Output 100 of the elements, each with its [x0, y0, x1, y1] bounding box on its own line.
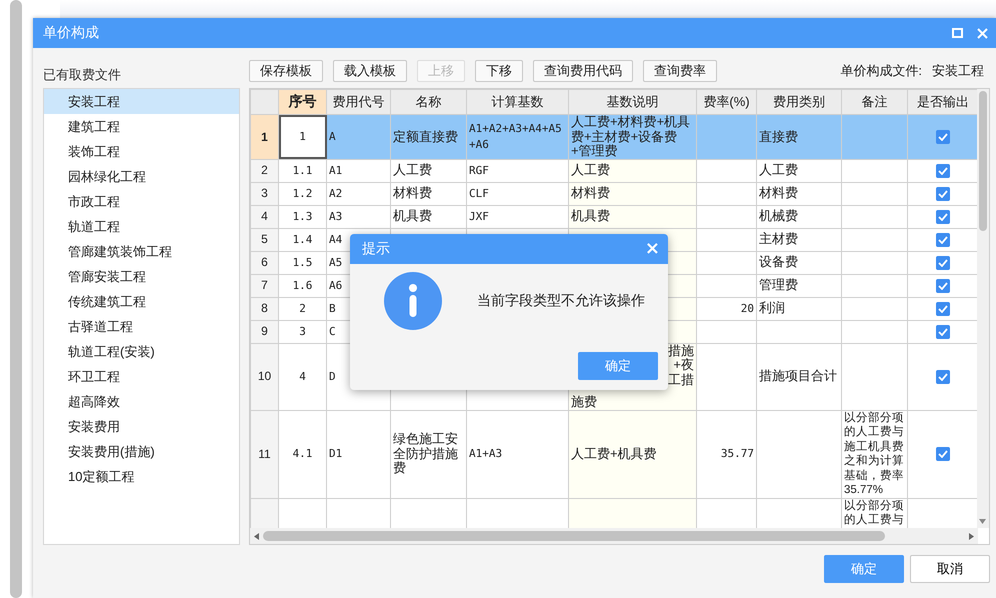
table-cell: A1+A3: [469, 447, 502, 460]
table-cell: 4: [299, 370, 306, 383]
table-cell: 1.2: [292, 186, 312, 200]
table-cell: RGF: [469, 164, 489, 177]
sidebar-item[interactable]: 环卫工程: [44, 364, 239, 389]
table-cell: 措施项目合计: [759, 368, 837, 384]
toolbar-button[interactable]: 查询费率: [643, 60, 717, 82]
table-cell: 直接费: [759, 128, 798, 144]
column-header[interactable]: 费用代号: [326, 90, 390, 114]
row-number: 7: [261, 278, 268, 292]
sidebar-item[interactable]: 建筑工程: [44, 114, 239, 139]
checkbox[interactable]: [936, 256, 950, 270]
table-cell: 机械费: [759, 208, 798, 224]
table-cell: 材料费: [393, 185, 432, 200]
table-cell: 管理费: [759, 277, 798, 292]
checkbox[interactable]: [936, 130, 950, 144]
vertical-scrollbar[interactable]: [977, 89, 989, 528]
toolbar-button[interactable]: 下移: [475, 60, 523, 82]
maximize-icon[interactable]: [952, 28, 963, 38]
table-cell: A: [329, 130, 336, 143]
table-cell: 20: [740, 302, 754, 315]
toolbar-button[interactable]: 查询费用代码: [533, 60, 633, 82]
table-cell: 利润: [759, 300, 785, 316]
sidebar-item[interactable]: 市政工程: [44, 189, 239, 214]
sidebar-item[interactable]: 管廊安装工程: [44, 264, 239, 289]
table-cell: 材料费: [571, 185, 610, 200]
sidebar-item[interactable]: 轨道工程(安装): [44, 339, 239, 364]
footer-button[interactable]: 取消: [910, 555, 990, 583]
column-header[interactable]: 名称: [390, 90, 466, 114]
checkbox[interactable]: [936, 278, 950, 293]
scroll-down-icon[interactable]: [979, 519, 986, 524]
checkbox[interactable]: [936, 324, 950, 339]
column-header[interactable]: 费用类别: [756, 90, 842, 114]
sidebar-item[interactable]: 10定额工程: [44, 464, 239, 489]
column-header[interactable]: 基数说明: [568, 90, 696, 114]
table-cell: 设备费: [759, 254, 798, 270]
file-label: 单价构成文件:: [840, 62, 922, 80]
column-header[interactable]: 是否输出: [908, 90, 978, 114]
sidebar-item[interactable]: 安装工程: [44, 89, 239, 114]
table-cell: A1+A2+A3+A4+A5+A6: [469, 122, 562, 151]
checkbox[interactable]: [936, 164, 950, 178]
table-cell: 1: [299, 130, 306, 143]
table-cell: 4.1: [292, 447, 312, 460]
table-cell: 人工费+材料费+机具费+主材费+设备费+管理费: [571, 114, 690, 158]
table-cell: 1.5: [292, 256, 312, 269]
row-number: 5: [261, 232, 268, 246]
sidebar-item[interactable]: 安装费用: [44, 414, 239, 439]
row-number: 1: [261, 130, 268, 144]
table-cell: 人工费: [759, 162, 798, 178]
table-cell: JXF: [469, 210, 489, 223]
table-cell: 绿色施工安全防护措施费: [393, 431, 458, 476]
sidebar-item[interactable]: 装饰工程: [44, 139, 239, 164]
column-header[interactable]: 费率(%): [696, 90, 756, 114]
scroll-left-icon[interactable]: [254, 532, 259, 540]
close-icon[interactable]: [977, 28, 988, 38]
column-header[interactable]: 备注: [842, 90, 908, 114]
table-cell: 机具费: [393, 208, 432, 224]
checkbox[interactable]: [936, 210, 950, 224]
table-cell: 1.6: [292, 278, 312, 292]
scroll-thumb[interactable]: [263, 531, 885, 541]
sidebar-item[interactable]: 古驿道工程: [44, 314, 239, 339]
table-cell: +夜: [673, 358, 694, 372]
table-cell: C: [329, 324, 336, 338]
row-number: 2: [261, 163, 268, 178]
table-cell: 人工费+机具费: [571, 446, 657, 461]
table-cell: 1.1: [292, 164, 312, 177]
table-cell: 1.3: [292, 210, 312, 223]
table-cell: 施费: [571, 395, 597, 410]
checkbox[interactable]: [936, 447, 950, 462]
checkbox[interactable]: [936, 232, 950, 247]
dialog-message: 当前字段类型不允许该操作: [477, 292, 645, 310]
scroll-thumb[interactable]: [979, 91, 987, 231]
table-cell: 2: [299, 302, 306, 315]
table-cell: A5: [329, 256, 342, 269]
row-number: 10: [258, 369, 272, 384]
sidebar-item[interactable]: 传统建筑工程: [44, 289, 239, 314]
table-cell: B: [329, 302, 336, 315]
file-value: 安装工程: [932, 62, 984, 80]
table-cell: 措施: [668, 344, 694, 358]
scroll-right-icon[interactable]: [969, 532, 974, 540]
sidebar-item[interactable]: 园林绿化工程: [44, 164, 239, 189]
row-number: 3: [261, 186, 268, 200]
sidebar-item[interactable]: 超高降效: [44, 389, 239, 414]
column-header[interactable]: 计算基数: [466, 90, 568, 114]
table-cell: 机具费: [571, 208, 610, 224]
table-cell: A6: [329, 278, 342, 292]
sidebar-item[interactable]: 安装费用(措施): [44, 439, 239, 464]
checkbox[interactable]: [936, 186, 950, 201]
background-scrollbar[interactable]: [10, 0, 22, 598]
table-cell: 35.77: [720, 447, 754, 460]
sidebar-item[interactable]: 轨道工程: [44, 214, 239, 239]
horizontal-scrollbar[interactable]: [250, 528, 978, 544]
toolbar-button[interactable]: 保存模板: [249, 60, 323, 82]
checkbox[interactable]: [936, 370, 950, 384]
sidebar-item[interactable]: 管廊建筑装饰工程: [44, 239, 239, 264]
window-title: 单价构成: [43, 24, 100, 42]
column-header[interactable]: 序号: [278, 90, 326, 114]
table-cell: 以分部分项的人工费与施工机具费之和为计算基础，费率35.77%: [844, 410, 905, 498]
toolbar-button[interactable]: 载入模板: [333, 60, 407, 82]
checkbox[interactable]: [936, 302, 950, 316]
